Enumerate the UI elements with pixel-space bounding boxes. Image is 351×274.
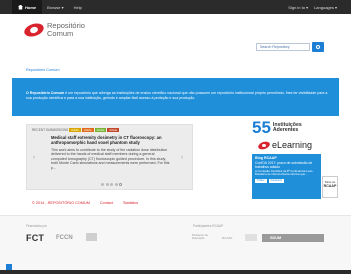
sidebar: 55 Instituições Aderentes eLearning [252, 118, 332, 151]
partners-label: Participantes RCAAP [193, 224, 224, 228]
recent-submissions-carousel: RECENT SUBMISSIONS Article Article Artic… [26, 124, 193, 190]
statistics-link[interactable]: Statistics [123, 201, 138, 205]
fct-logo[interactable]: FCT [26, 233, 44, 243]
rcaap-line2: RCAAP [323, 183, 337, 188]
rcaap-badge[interactable]: Parte do RCAAP [322, 176, 338, 198]
sponsors-section [0, 216, 351, 274]
site-header: Repositório Comum [22, 21, 85, 39]
search-icon [316, 45, 320, 49]
repository-logo-icon[interactable] [22, 21, 46, 39]
submission-abstract: This work aims to contribute to the stud… [51, 148, 170, 170]
banner-text: é um repositório que alberga as institui… [26, 91, 328, 100]
top-navbar: Home Browse ▾ Help Sign in to ▾ Language… [0, 0, 351, 14]
home-link[interactable]: Home [12, 0, 43, 14]
carousel-dot[interactable] [110, 183, 113, 186]
carousel-dot[interactable] [114, 183, 118, 186]
carousel-next-arrow-icon[interactable]: › [181, 155, 183, 161]
institutions-count: 55 [252, 118, 271, 137]
blog-social-buttons: Twitter Facebook [255, 178, 318, 183]
bottom-bar [0, 270, 351, 274]
home-icon [18, 4, 23, 10]
type-tag: Article [69, 128, 81, 132]
copyright-link[interactable]: © 2014 - REPOSITÓRIO COMUM [32, 201, 90, 205]
partner-logo[interactable] [245, 234, 257, 241]
type-tag: Article [81, 128, 94, 132]
banner-strong: O Repositório Comum [26, 91, 65, 95]
facebook-button[interactable]: Facebook [268, 178, 285, 183]
intro-banner: O Repositório Comum é um repositório que… [12, 78, 339, 116]
carousel-dot[interactable] [105, 183, 109, 186]
ministry-logo[interactable]: Ministério da Educação [192, 233, 212, 242]
elearning-logo-icon [257, 139, 271, 151]
rcaap-partner-logo[interactable]: RCAAP [222, 236, 232, 240]
brand-line2: Comum [47, 29, 74, 38]
carousel-prev-arrow-icon[interactable]: ‹ [33, 155, 35, 161]
footer-links: © 2014 - REPOSITÓRIO COMUM Contact Stati… [32, 201, 138, 205]
blog-post-title[interactable]: ConfOA 2017: prazo de submissão de traba… [255, 161, 318, 169]
sdum-logo[interactable]: SDUM [262, 234, 324, 242]
signin-link[interactable]: Sign in to ▾ [288, 5, 308, 10]
carousel-label: RECENT SUBMISSIONS Article Article Artic… [32, 128, 120, 132]
carousel-dot-active[interactable] [119, 183, 122, 186]
institutions-text: Instituições Aderentes [272, 122, 302, 134]
blog-post-body: A Comissão Científica da 8ª Conferência … [255, 169, 314, 177]
institutions-banner[interactable]: 55 Instituições Aderentes [252, 118, 332, 137]
type-tag: Article [94, 128, 107, 132]
nav-browse[interactable]: Browse ▾ [42, 5, 68, 10]
carousel-pagination [101, 183, 122, 186]
breadcrumb[interactable]: Repositório Comum [26, 68, 60, 72]
fccn-logo[interactable]: FCCN [56, 235, 73, 241]
search-button[interactable] [312, 42, 324, 52]
financing-label: Financiado por [26, 224, 48, 228]
language-selector[interactable]: Languages ▾ [314, 5, 337, 10]
eu-flag-icon[interactable] [86, 233, 97, 241]
home-label: Home [25, 4, 37, 10]
carousel-dot[interactable] [101, 183, 104, 186]
twitter-button[interactable]: Twitter [255, 178, 267, 183]
type-tag: Article [107, 128, 120, 132]
submission-title[interactable]: Medical staff extremity dosimetry in CT … [51, 135, 171, 145]
blog-heading: Blog RCAAP [255, 156, 277, 160]
carousel-label-text: RECENT SUBMISSIONS [32, 128, 69, 132]
brand-name[interactable]: Repositório Comum [47, 22, 85, 38]
contact-link[interactable]: Contact [100, 201, 113, 205]
blog-widget: Blog RCAAP ConfOA 2017: prazo de submiss… [252, 154, 321, 199]
elearning-label: eLearning [272, 140, 313, 150]
elearning-banner[interactable]: eLearning [257, 139, 332, 151]
search-input[interactable]: Search Repository [256, 43, 310, 51]
institutions-line2: Aderentes [272, 127, 299, 133]
nav-help[interactable]: Help [69, 5, 87, 10]
